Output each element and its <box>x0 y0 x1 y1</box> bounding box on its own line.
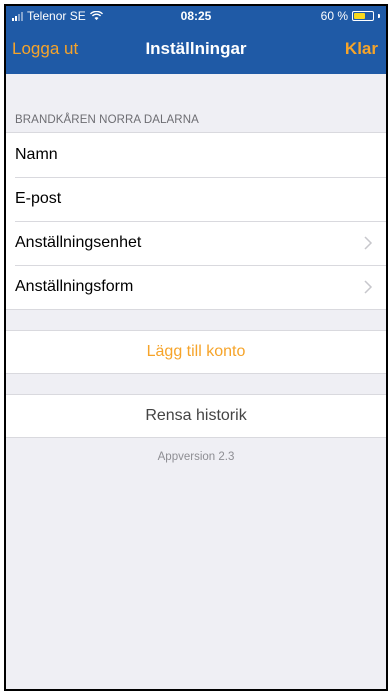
navigation-bar: Logga ut Inställningar Klar <box>6 26 386 74</box>
clear-history-button[interactable]: Rensa historik <box>145 407 246 425</box>
account-settings-group: Namn E-post Anställningsenhet Anställnin… <box>6 132 386 310</box>
status-bar: Telenor SE 08:25 60 % <box>6 6 386 26</box>
row-label: Namn <box>15 146 58 163</box>
app-version-label: Appversion 2.3 <box>157 451 235 463</box>
add-account-button[interactable]: Lägg till konto <box>147 343 246 361</box>
battery-fill <box>354 13 365 19</box>
row-label: Anställningsenhet <box>15 234 142 251</box>
row-label: E-post <box>15 190 62 207</box>
chevron-right-icon <box>364 280 373 294</box>
row-label: Anställningsform <box>15 278 134 295</box>
settings-row-name[interactable]: Namn <box>6 133 386 177</box>
page-title: Inställningar <box>145 39 247 58</box>
add-account-row[interactable]: Lägg till konto <box>6 330 386 374</box>
battery-icon <box>352 11 374 21</box>
settings-content: BRANDKÅREN NORRA DALARNA Namn E-post Ans… <box>6 74 386 463</box>
clear-history-row[interactable]: Rensa historik <box>6 394 386 438</box>
settings-row-email[interactable]: E-post <box>6 177 386 221</box>
section-header: BRANDKÅREN NORRA DALARNA <box>15 114 199 126</box>
done-button[interactable]: Klar <box>345 39 378 59</box>
chevron-right-icon <box>364 236 373 250</box>
phone-screen: Telenor SE 08:25 60 % Logga ut Inställni… <box>4 4 388 691</box>
settings-row-employment-unit[interactable]: Anställningsenhet <box>6 221 386 265</box>
settings-row-employment-form[interactable]: Anställningsform <box>6 265 386 309</box>
battery-percent: 60 % <box>320 9 348 23</box>
status-right: 60 % <box>321 9 380 23</box>
battery-tip <box>378 14 380 18</box>
